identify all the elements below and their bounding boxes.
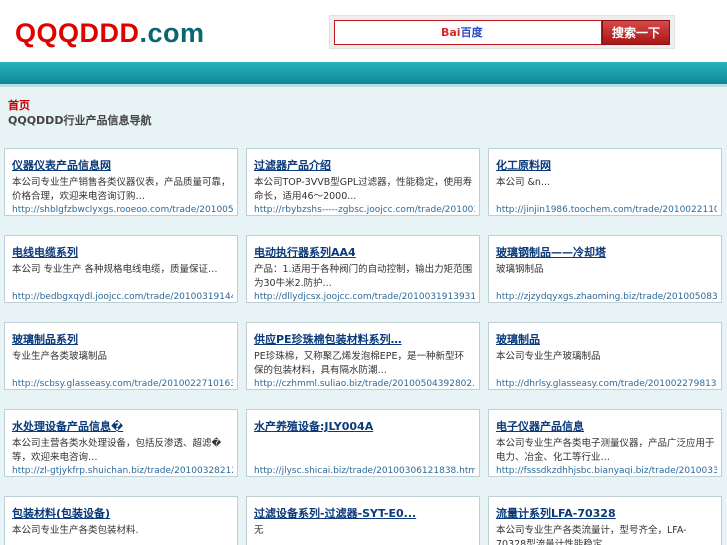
product-card: 玻璃制品 本公司专业生产玻璃制品 http://dhrlsy.glasseasy… bbox=[488, 322, 722, 390]
product-url-link[interactable]: http://jinjin1986.toochem.com/trade/2010… bbox=[496, 205, 717, 215]
product-title-link[interactable]: 电线电缆系列 bbox=[12, 245, 231, 260]
product-url-link[interactable]: http://bedbgxqydl.joojcc.com/trade/20100… bbox=[12, 292, 233, 302]
logo-text-main: QQQDDD bbox=[15, 18, 140, 48]
product-description: 本公司专业生产各类流量计，型号齐全，LFA-70328型流量计性能稳定 bbox=[496, 525, 687, 545]
product-description: 本公司专业生产玻璃制品 bbox=[496, 351, 601, 362]
breadcrumb bbox=[0, 87, 727, 136]
page-title: QQQDDD行业产品信息导航 bbox=[8, 114, 152, 127]
product-card: 过滤设备系列-过滤器-SYT-E0... 无 bbox=[246, 496, 480, 545]
product-url-link[interactable]: http://dhrlsy.glasseasy.com/trade/201002… bbox=[496, 379, 717, 389]
product-title-link[interactable]: 水处理设备产品信息� bbox=[12, 419, 231, 434]
product-card: 水处理设备产品信息� 本公司主营各类水处理设备，包括反渗透、超滤�等，欢迎来电咨… bbox=[4, 409, 238, 477]
product-title-link[interactable]: 水产养殖设备:JLY004A bbox=[254, 419, 473, 434]
product-card: 电子仪器产品信息 本公司专业生产各类电子测量仪器，产品广泛应用于电力、冶金、化工… bbox=[488, 409, 722, 477]
product-card: 电线电缆系列 本公司 专业生产 各种规格电线电缆，质量保证… http://be… bbox=[4, 235, 238, 303]
product-card: 电动执行器系列AA4 产品：1.适用于各种阀门的自动控制，输出力矩范围为30牛米… bbox=[246, 235, 480, 303]
product-card: 供应PE珍珠棉包装材料系列… PE珍珠棉，又称聚乙烯发泡棉EPE，是一种新型环保… bbox=[246, 322, 480, 390]
product-title-link[interactable]: 过滤器产品介绍 bbox=[254, 158, 473, 173]
product-card: 仪器仪表产品信息网 本公司专业生产销售各类仪器仪表，产品质量可靠，价格合理，欢迎… bbox=[4, 148, 238, 216]
product-title-link[interactable]: 化工原料网 bbox=[496, 158, 715, 173]
product-url-link[interactable]: http://scbsy.glasseasy.com/trade/2010022… bbox=[12, 379, 233, 389]
search-button[interactable]: 搜索一下 bbox=[602, 20, 670, 45]
nav-bar bbox=[0, 62, 727, 84]
product-title-link[interactable]: 电动执行器系列AA4 bbox=[254, 245, 473, 260]
product-card: 化工原料网 本公司 &n... http://jinjin1986.tooche… bbox=[488, 148, 722, 216]
product-url-link[interactable]: http://zl-gtjykfrp.shuichan.biz/trade/20… bbox=[12, 466, 233, 476]
product-title-link[interactable]: 包装材料(包装设备) bbox=[12, 506, 231, 521]
product-title-link[interactable]: 玻璃钢制品——冷却塔 bbox=[496, 245, 715, 260]
logo-text-domain: .com bbox=[139, 18, 205, 48]
product-title-link[interactable]: 过滤设备系列-过滤器-SYT-E0... bbox=[254, 506, 473, 521]
product-description: PE珍珠棉，又称聚乙烯发泡棉EPE，是一种新型环保的包装材料，具有隔水防潮… bbox=[254, 351, 464, 376]
product-url-link[interactable]: http://shblgfzbwclyxgs.rooeoo.com/trade/… bbox=[12, 205, 233, 215]
product-description: 本公司专业生产销售各类仪器仪表，产品质量可靠，价格合理，欢迎来电咨询订购… bbox=[12, 177, 231, 202]
search-input[interactable]: Bai百度 bbox=[334, 20, 602, 45]
site-logo[interactable]: QQQDDD.com bbox=[15, 17, 205, 49]
product-title-link[interactable]: 玻璃制品系列 bbox=[12, 332, 231, 347]
breadcrumb-home-link[interactable]: 首页 bbox=[8, 98, 30, 113]
product-card: 玻璃制品系列 专业生产各类玻璃制品 http://scbsy.glasseasy… bbox=[4, 322, 238, 390]
product-card: 过滤器产品介绍 本公司TOP-3VVB型GPL过滤器，性能稳定，使用寿命长，适用… bbox=[246, 148, 480, 216]
product-url-link[interactable]: http://rbybzshs-----zgbsc.joojcc.com/tra… bbox=[254, 205, 475, 215]
product-description: 本公司TOP-3VVB型GPL过滤器，性能稳定，使用寿命长，适用46～2000.… bbox=[254, 177, 473, 202]
product-url-link[interactable]: http://dllydjcsx.joojcc.com/trade/201003… bbox=[254, 292, 475, 302]
product-description: 本公司主营各类水处理设备，包括反渗透、超滤�等，欢迎来电咨询… bbox=[12, 438, 222, 463]
product-description: 无 bbox=[254, 525, 264, 536]
product-url-link[interactable]: http://jlysc.shicai.biz/trade/2010030612… bbox=[254, 466, 475, 476]
product-description: 本公司 专业生产 各种规格电线电缆，质量保证… bbox=[12, 264, 218, 275]
site-header: QQQDDD.com Bai百度 搜索一下 bbox=[0, 0, 727, 62]
product-card: 水产养殖设备:JLY004A http://jlysc.shicai.biz/t… bbox=[246, 409, 480, 477]
product-description: 玻璃钢制品 bbox=[496, 264, 544, 275]
baidu-logo-icon: Bai百度 bbox=[441, 26, 483, 39]
product-url-link[interactable]: http://czhmml.suliao.biz/trade/201005043… bbox=[254, 379, 475, 389]
product-title-link[interactable]: 供应PE珍珠棉包装材料系列… bbox=[254, 332, 473, 347]
product-card: 包装材料(包装设备) 本公司专业生产各类包装材料. bbox=[4, 496, 238, 545]
product-description: 本公司 &n... bbox=[496, 177, 551, 188]
product-url-link[interactable]: http://fsssdkzdhhjsbc.bianyaqi.biz/trade… bbox=[496, 466, 717, 476]
product-description: 本公司专业生产各类电子测量仪器，产品广泛应用于电力、冶金、化工等行业… bbox=[496, 438, 715, 463]
product-card: 玻璃钢制品——冷却塔 玻璃钢制品 http://zjzydqyxgs.zhaom… bbox=[488, 235, 722, 303]
product-url-link[interactable]: http://zjzydqyxgs.zhaoming.biz/trade/201… bbox=[496, 292, 717, 302]
product-description: 本公司专业生产各类包装材料. bbox=[12, 525, 139, 536]
product-title-link[interactable]: 仪器仪表产品信息网 bbox=[12, 158, 231, 173]
search-box: Bai百度 搜索一下 bbox=[329, 15, 675, 49]
product-title-link[interactable]: 电子仪器产品信息 bbox=[496, 419, 715, 434]
product-title-link[interactable]: 玻璃制品 bbox=[496, 332, 715, 347]
product-description: 产品：1.适用于各种阀门的自动控制，输出力矩范围为30牛米2.防护... bbox=[254, 264, 473, 289]
product-description: 专业生产各类玻璃制品 bbox=[12, 351, 108, 362]
product-title-link[interactable]: 流量计系列LFA-70328 bbox=[496, 506, 715, 521]
product-card: 流量计系列LFA-70328 本公司专业生产各类流量计，型号齐全，LFA-703… bbox=[488, 496, 722, 545]
